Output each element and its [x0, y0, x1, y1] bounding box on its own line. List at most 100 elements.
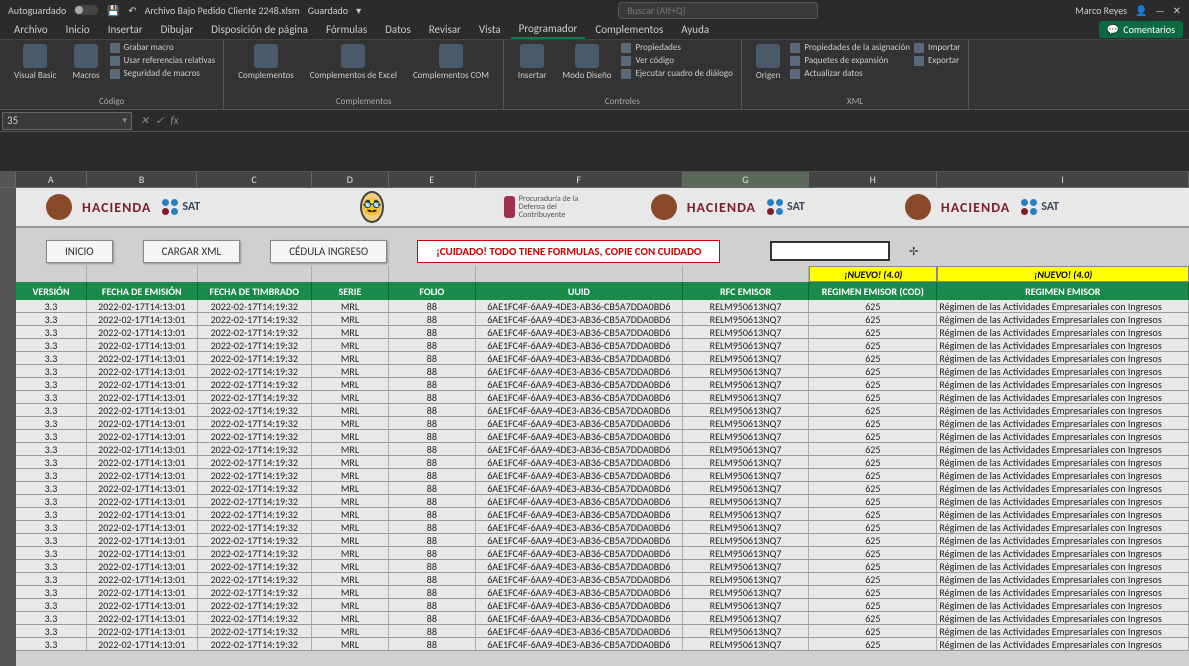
cell[interactable]: 6AE1FC4F-6AA9-4DE3-AB36-CB5A7DDA0BD6	[476, 534, 683, 546]
cell[interactable]: 2022-02-17T14:19:32	[198, 495, 312, 507]
cell[interactable]: Régimen de las Actividades Empresariales…	[937, 430, 1189, 442]
cell[interactable]: 3.3	[16, 417, 87, 429]
cell[interactable]: 2022-02-17T14:13:01	[87, 430, 198, 442]
cell[interactable]: 6AE1FC4F-6AA9-4DE3-AB36-CB5A7DDA0BD6	[476, 352, 683, 364]
table-row[interactable]: 3.32022-02-17T14:13:012022-02-17T14:19:3…	[16, 521, 1189, 534]
cell[interactable]: 88	[389, 352, 476, 364]
cell[interactable]: 88	[389, 391, 476, 403]
tab-ayuda[interactable]: Ayuda	[673, 21, 717, 38]
cell[interactable]: 2022-02-17T14:19:32	[198, 625, 312, 637]
table-row[interactable]: 3.32022-02-17T14:13:012022-02-17T14:19:3…	[16, 404, 1189, 417]
cell[interactable]: MRL	[312, 547, 389, 559]
cell[interactable]: MRL	[312, 391, 389, 403]
active-cell[interactable]	[770, 241, 890, 261]
cell[interactable]: 2022-02-17T14:13:01	[87, 378, 198, 390]
cell[interactable]: MRL	[312, 521, 389, 533]
cell[interactable]: Régimen de las Actividades Empresariales…	[937, 508, 1189, 520]
table-row[interactable]: 3.32022-02-17T14:13:012022-02-17T14:19:3…	[16, 547, 1189, 560]
cell[interactable]: Régimen de las Actividades Empresariales…	[937, 521, 1189, 533]
cell[interactable]: 625	[809, 352, 937, 364]
cell[interactable]: Régimen de las Actividades Empresariales…	[937, 443, 1189, 455]
cell[interactable]: 3.3	[16, 573, 87, 585]
cell[interactable]: 625	[809, 612, 937, 624]
column-header-D[interactable]: D	[312, 172, 389, 187]
cell[interactable]: MRL	[312, 313, 389, 325]
worksheet[interactable]: HACIENDA SAT 🥸 Procuraduría de la Defens…	[0, 188, 1189, 666]
cell[interactable]: Régimen de las Actividades Empresariales…	[937, 417, 1189, 429]
cell[interactable]: 2022-02-17T14:19:32	[198, 391, 312, 403]
cell[interactable]: 2022-02-17T14:19:32	[198, 482, 312, 494]
cell[interactable]: 6AE1FC4F-6AA9-4DE3-AB36-CB5A7DDA0BD6	[476, 521, 683, 533]
cell[interactable]: 625	[809, 391, 937, 403]
cell[interactable]: MRL	[312, 573, 389, 585]
cell[interactable]: 625	[809, 469, 937, 481]
cell[interactable]: 2022-02-17T14:13:01	[87, 560, 198, 572]
cell[interactable]: 2022-02-17T14:13:01	[87, 326, 198, 338]
cell[interactable]: 88	[389, 482, 476, 494]
window-close-icon[interactable]: ✕	[1173, 4, 1181, 17]
cell[interactable]: 3.3	[16, 404, 87, 416]
table-header-cell[interactable]: RFC EMISOR	[683, 282, 809, 300]
table-row[interactable]: 3.32022-02-17T14:13:012022-02-17T14:19:3…	[16, 339, 1189, 352]
cell[interactable]: 88	[389, 365, 476, 377]
table-header-cell[interactable]: UUID	[476, 282, 683, 300]
cell[interactable]: 3.3	[16, 430, 87, 442]
column-header-I[interactable]: I	[937, 172, 1189, 187]
undo-icon[interactable]: ↶	[128, 4, 136, 17]
visual-basic-button[interactable]: Visual Basic	[8, 42, 62, 83]
cell[interactable]: 88	[389, 599, 476, 611]
cell[interactable]: Régimen de las Actividades Empresariales…	[937, 300, 1189, 312]
cell[interactable]: MRL	[312, 599, 389, 611]
cell[interactable]: 88	[389, 625, 476, 637]
cell[interactable]: 2022-02-17T14:19:32	[198, 443, 312, 455]
table-row[interactable]: 3.32022-02-17T14:13:012022-02-17T14:19:3…	[16, 456, 1189, 469]
cell[interactable]: 3.3	[16, 521, 87, 533]
table-header-cell[interactable]: SERIE	[312, 282, 389, 300]
cell[interactable]: 2022-02-17T14:13:01	[87, 534, 198, 546]
cell[interactable]: 88	[389, 430, 476, 442]
cell[interactable]: MRL	[312, 300, 389, 312]
cell[interactable]: RELM950613NQ7	[683, 326, 809, 338]
table-row[interactable]: 3.32022-02-17T14:13:012022-02-17T14:19:3…	[16, 365, 1189, 378]
expand-packs-button[interactable]: Paquetes de expansión	[790, 55, 910, 66]
cell[interactable]: 6AE1FC4F-6AA9-4DE3-AB36-CB5A7DDA0BD6	[476, 417, 683, 429]
table-row[interactable]: 3.32022-02-17T14:13:012022-02-17T14:19:3…	[16, 326, 1189, 339]
cell[interactable]: 625	[809, 534, 937, 546]
cargar-xml-button[interactable]: CARGAR XML	[143, 240, 241, 263]
chevron-down-icon[interactable]: ▾	[122, 115, 127, 126]
cell[interactable]: 6AE1FC4F-6AA9-4DE3-AB36-CB5A7DDA0BD6	[476, 625, 683, 637]
export-button[interactable]: Exportar	[914, 55, 960, 66]
cell[interactable]: 3.3	[16, 300, 87, 312]
cell[interactable]: 88	[389, 378, 476, 390]
cell[interactable]: RELM950613NQ7	[683, 573, 809, 585]
cell[interactable]: Régimen de las Actividades Empresariales…	[937, 482, 1189, 494]
window-min-icon[interactable]: —	[1156, 4, 1165, 17]
cell[interactable]: 2022-02-17T14:19:32	[198, 352, 312, 364]
cell[interactable]: 2022-02-17T14:19:32	[198, 417, 312, 429]
cell[interactable]: Régimen de las Actividades Empresariales…	[937, 534, 1189, 546]
name-box[interactable]: 35▾	[2, 112, 132, 130]
map-properties-button[interactable]: Propiedades de la asignación	[790, 42, 910, 53]
cell[interactable]: 6AE1FC4F-6AA9-4DE3-AB36-CB5A7DDA0BD6	[476, 508, 683, 520]
table-row[interactable]: 3.32022-02-17T14:13:012022-02-17T14:19:3…	[16, 573, 1189, 586]
cell[interactable]: 2022-02-17T14:13:01	[87, 521, 198, 533]
cell[interactable]: 2022-02-17T14:13:01	[87, 547, 198, 559]
cell[interactable]: 625	[809, 326, 937, 338]
cell[interactable]: RELM950613NQ7	[683, 417, 809, 429]
cell[interactable]: 625	[809, 560, 937, 572]
tab-complementos[interactable]: Complementos	[587, 21, 671, 38]
table-row[interactable]: 3.32022-02-17T14:13:012022-02-17T14:19:3…	[16, 534, 1189, 547]
tab-inicio[interactable]: Inicio	[58, 21, 98, 38]
column-header-A[interactable]: A	[16, 172, 87, 187]
cell[interactable]: 625	[809, 300, 937, 312]
cell[interactable]: 2022-02-17T14:19:32	[198, 365, 312, 377]
cell[interactable]: 2022-02-17T14:13:01	[87, 482, 198, 494]
cell[interactable]: RELM950613NQ7	[683, 391, 809, 403]
cell[interactable]: Régimen de las Actividades Empresariales…	[937, 378, 1189, 390]
cell[interactable]: RELM950613NQ7	[683, 352, 809, 364]
table-header-cell[interactable]: FOLIO	[389, 282, 476, 300]
cell[interactable]: 2022-02-17T14:19:32	[198, 573, 312, 585]
cell[interactable]: RELM950613NQ7	[683, 534, 809, 546]
tab-disposición-de-página[interactable]: Disposición de página	[203, 21, 316, 38]
cell[interactable]: 88	[389, 300, 476, 312]
